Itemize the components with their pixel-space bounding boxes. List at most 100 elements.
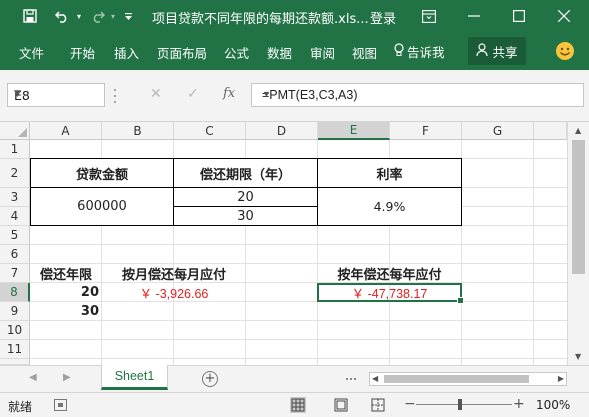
column-header-a[interactable]: A [30,122,102,140]
tab-formulas[interactable]: 公式 [224,43,249,62]
horizontal-scroll-thumb[interactable] [384,375,529,383]
page-break-view-icon[interactable] [370,397,386,413]
smiley-icon[interactable] [555,41,575,64]
row-header-6[interactable]: 6 [0,245,30,264]
row-header-3[interactable]: 3 [0,188,30,207]
cell-years-20[interactable]: 20 [31,283,99,301]
status-bar: 就绪 − + 100% [0,392,589,417]
tab-review[interactable]: 审阅 [310,43,335,62]
scroll-down-icon[interactable]: ▼ [575,352,581,361]
formula-bar-resize-handle[interactable] [113,89,117,103]
title-bar: ▾ ▾ 项目贷款不同年限的每期还款额.xls... 登录 [0,0,589,32]
tell-me-box[interactable]: 告诉我 [394,42,445,61]
check-icon[interactable]: ✓ [187,86,199,102]
status-ready: 就绪 [8,400,33,414]
redo-dropdown-icon[interactable]: ▾ [108,7,118,25]
scroll-right-icon[interactable]: ▶ [558,374,564,383]
tab-data[interactable]: 数据 [267,43,292,62]
cell-term-30[interactable]: 30 [174,207,317,225]
column-header-e[interactable]: E [318,122,390,140]
zoom-out-icon[interactable]: − [404,396,416,412]
add-sheet-icon[interactable]: + [202,371,218,387]
cancel-icon[interactable]: ✕ [150,86,162,102]
redo-icon[interactable] [88,7,108,25]
tab-home[interactable]: 开始 [70,43,95,62]
vertical-scroll-thumb[interactable] [572,140,585,274]
gridline [30,320,567,321]
lightbulb-icon [394,43,404,60]
cell-yearly-header[interactable]: 按年偿还每年应付 [318,264,461,283]
cell-loan-amount-header[interactable]: 贷款金额 [31,159,173,187]
sheet-tab-label: Sheet1 [114,369,155,383]
zoom-slider[interactable] [416,404,512,405]
gridline [533,140,534,365]
scroll-up-icon[interactable]: ▲ [575,126,581,135]
close-icon[interactable] [554,6,574,26]
tab-insert[interactable]: 插入 [114,43,139,62]
page-layout-view-icon[interactable] [333,397,349,413]
column-header-h-partial[interactable] [534,122,567,140]
macro-record-icon[interactable] [54,399,67,411]
horizontal-scrollbar[interactable]: ◀ ▶ [369,372,567,386]
cell-rate[interactable]: 4.9% [318,188,461,225]
active-cell-border[interactable] [317,283,464,304]
tab-view[interactable]: 视图 [352,43,377,62]
row-header-7[interactable]: 7 [0,264,30,283]
undo-icon[interactable] [50,7,74,25]
tell-me-label: 告诉我 [407,45,445,60]
column-header-c[interactable]: C [174,122,246,140]
zoom-slider-knob[interactable] [458,399,462,410]
row-header-5[interactable]: 5 [0,226,30,245]
row-header-4[interactable]: 4 [0,207,30,226]
save-icon[interactable] [20,7,40,25]
insert-function-icon[interactable]: fx [223,86,235,101]
cell-term-header[interactable]: 偿还期限（年） [174,159,317,187]
ribbon-tab-bar: 文件 开始 插入 页面布局 公式 数据 审阅 视图 告诉我 共享 [0,32,589,70]
formula-bar-row: E8 ▼ ✕ ✓ fx =PMT(E3,C3,A3) ▼ [0,70,589,122]
cell-monthly-header[interactable]: 按月偿还每月应付 [102,264,246,283]
cell-years-header[interactable]: 偿还年限 [31,264,101,283]
expand-formula-icon[interactable]: ▼ [262,89,579,99]
row-header-2[interactable]: 2 [0,159,30,188]
normal-view-icon[interactable] [290,397,306,413]
cell-rate-header[interactable]: 利率 [318,159,461,187]
cell-monthly-payment[interactable]: ￥ -3,926.66 [102,283,246,301]
cell-years-30[interactable]: 30 [31,302,99,320]
column-header-b[interactable]: B [102,122,174,140]
formula-input[interactable]: =PMT(E3,C3,A3) ▼ [251,83,584,107]
row-header-9[interactable]: 9 [0,302,30,321]
sheet-tab-sheet1[interactable]: Sheet1 [101,365,168,390]
window-title: 项目贷款不同年限的每期还款额.xls... [152,12,369,27]
person-icon [476,42,489,60]
column-header-d[interactable]: D [246,122,318,140]
row-header-8[interactable]: 8 [0,283,30,302]
name-box[interactable]: E8 ▼ [7,83,105,107]
cell-term-20[interactable]: 20 [174,188,317,206]
customize-icon[interactable] [122,7,134,25]
ribbon-display-options-icon[interactable] [419,6,439,26]
zoom-in-icon[interactable]: + [513,396,525,412]
undo-dropdown-icon[interactable]: ▾ [74,7,84,25]
row-header-10[interactable]: 10 [0,321,30,340]
column-header-f[interactable]: F [390,122,462,140]
row-header-1[interactable]: 1 [0,140,30,159]
row-header-11[interactable]: 11 [0,340,30,359]
sheet-next-icon[interactable]: ▶ [63,372,71,383]
sheet-prev-icon[interactable]: ◀ [29,372,37,383]
select-all-button[interactable] [0,122,30,140]
column-header-g[interactable]: G [462,122,534,140]
tab-page-layout[interactable]: 页面布局 [157,43,207,62]
share-button[interactable]: 共享 [468,37,526,65]
table-border [30,225,462,226]
chevron-down-icon[interactable]: ▼ [14,89,100,99]
zoom-level[interactable]: 100% [536,398,570,412]
minimize-icon[interactable] [464,6,484,26]
share-label: 共享 [492,44,518,60]
vertical-scrollbar[interactable]: ▲ ▼ [567,122,589,365]
tab-file[interactable]: 文件 [19,43,44,62]
cell-loan-amount[interactable]: 600000 [31,188,173,225]
login-link[interactable]: 登录 [370,8,396,27]
scroll-left-icon[interactable]: ◀ [372,374,378,383]
tab-split-handle[interactable] [346,374,356,384]
maximize-icon[interactable] [509,6,529,26]
